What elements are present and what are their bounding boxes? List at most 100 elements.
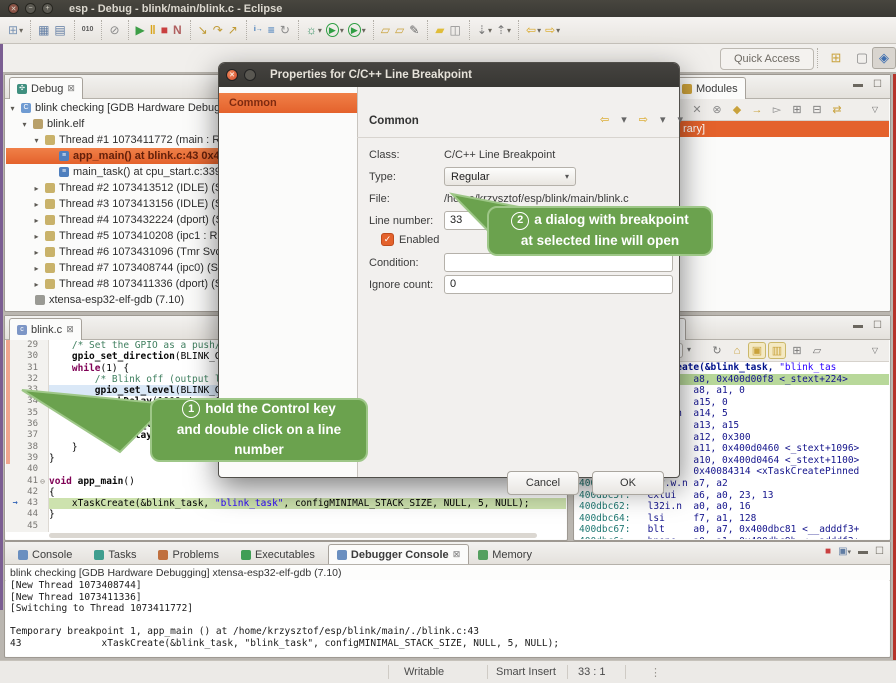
editor-gutter[interactable]: 29 (6, 340, 49, 351)
mark-occurrences[interactable]: ▰ (433, 20, 447, 40)
console-tab[interactable]: Executables (232, 544, 328, 564)
save-all[interactable]: ▤ (52, 20, 68, 40)
home[interactable]: ⌂ (728, 342, 746, 359)
line-number[interactable]: 43 (20, 498, 38, 509)
console-tab[interactable]: Console (9, 544, 85, 564)
maximize-view-icon[interactable]: ☐ (873, 320, 882, 331)
close-icon[interactable]: ⊠ (453, 549, 461, 560)
disassembly-line[interactable]: 400dbc6a: bnone a0, a1, 0x400dbc9b <__ad… (579, 536, 889, 539)
back-history[interactable]: ⇦▾ (524, 20, 543, 40)
editor-gutter[interactable]: 45 (6, 521, 49, 532)
line-number[interactable]: 41 (20, 476, 38, 487)
perspective-debug-button[interactable]: ◈ (872, 47, 896, 69)
line-number[interactable]: 45 (20, 521, 38, 532)
console-tab[interactable]: Debugger Console ⊠ (328, 544, 469, 564)
tree-toggle-icon[interactable]: ▾ (8, 104, 17, 113)
sync-with-pc[interactable]: ▣ (748, 342, 766, 359)
maximize-view[interactable]: ☐ (875, 545, 884, 557)
console-tab[interactable]: Memory (469, 544, 545, 564)
editor-gutter[interactable]: → 43 (6, 498, 49, 509)
tab-debug[interactable]: ✣ Debug ⊠ (9, 77, 83, 99)
minimize-view[interactable]: ▬ (858, 545, 868, 557)
console-tab[interactable]: Tasks (85, 544, 149, 564)
location-dropdown-icon[interactable]: ▾ (687, 345, 691, 354)
code-line[interactable]: 45 (6, 521, 566, 532)
run[interactable]: ▶▾ (324, 20, 346, 40)
run-configurations[interactable]: ▶▾ (346, 20, 368, 40)
new-wizard[interactable]: ⊞▾ (6, 20, 25, 40)
ignore-count-input[interactable]: 0 (444, 275, 673, 294)
fold-icon[interactable] (38, 487, 47, 498)
dropdown-arrow-icon[interactable]: ▾ (318, 26, 322, 35)
line-number[interactable]: 44 (20, 509, 38, 520)
step-over[interactable]: ↷ (211, 20, 226, 40)
minimize-view-icon[interactable]: ▬ (853, 79, 863, 90)
dropdown-arrow-icon[interactable]: ▾ (488, 26, 492, 35)
dropdown-arrow-icon[interactable]: ▾ (507, 26, 511, 35)
view-menu-icon[interactable]: ▾ (678, 113, 684, 126)
code-line[interactable]: → 43 xTaskCreate(&blink_task, "blink_tas… (6, 498, 566, 509)
dropdown-arrow-icon[interactable]: ▾ (537, 26, 541, 35)
sidebar-item-common[interactable]: Common (219, 93, 357, 113)
collapse-all[interactable]: ⊟ (808, 101, 826, 118)
window-minimize-button[interactable]: − (25, 3, 36, 14)
forward-menu-icon[interactable]: ▾ (660, 113, 666, 126)
horizontal-scrollbar[interactable] (49, 533, 537, 538)
previous-annotation[interactable]: ⇡▾ (494, 20, 513, 40)
select-arrow[interactable]: ▻ (768, 101, 786, 118)
toggle-block[interactable]: ◫ (448, 20, 464, 40)
tree-toggle-icon[interactable]: ▸ (32, 216, 41, 225)
instruction-stepping[interactable]: i→ (252, 20, 266, 40)
fold-icon[interactable] (38, 498, 47, 509)
console-output[interactable]: [New Thread 1073408744] [New Thread 1073… (6, 580, 889, 656)
back-arrow-icon[interactable]: ⇦ (600, 113, 609, 126)
restart[interactable]: ↻ (278, 20, 293, 40)
step-return[interactable]: ↗ (226, 20, 241, 40)
disconnect[interactable]: N (171, 20, 185, 40)
open-folder[interactable]: ▱ (393, 20, 407, 40)
fold-icon[interactable] (38, 340, 47, 351)
skip-all-breakpoints[interactable]: ⊘ (107, 20, 122, 40)
terminate[interactable]: ■ (159, 20, 171, 40)
fold-icon[interactable] (38, 363, 47, 374)
line-number[interactable]: 31 (20, 363, 38, 374)
tree-toggle-icon[interactable]: ▸ (32, 264, 41, 273)
minimize-view-icon[interactable]: ▬ (853, 320, 863, 331)
dropdown-arrow-icon[interactable]: ▾ (556, 26, 560, 35)
debug[interactable]: ☼▾ (304, 20, 324, 40)
open-perspective-button[interactable]: ⊞ (824, 47, 848, 69)
fold-icon[interactable] (38, 521, 47, 532)
tree-toggle-icon[interactable]: ▸ (32, 232, 41, 241)
window-close-button[interactable]: ✕ (8, 3, 19, 14)
cancel-button[interactable]: Cancel (507, 471, 579, 495)
quick-access-button[interactable]: Quick Access (720, 48, 814, 70)
disassembly-line[interactable]: 400dbc67: blt a0, a7, 0x400dbc81 <__addd… (579, 524, 889, 536)
editor-gutter[interactable]: 42 (6, 487, 49, 498)
save[interactable]: ▦ (36, 20, 52, 40)
console-tab[interactable]: Problems (149, 544, 231, 564)
dialog-close-button[interactable]: ✕ (226, 69, 238, 81)
dropdown-arrow-icon[interactable]: ▾ (362, 26, 366, 35)
statusbar-grip[interactable]: ⋮ (650, 666, 661, 679)
editor-gutter[interactable]: 31 (6, 363, 49, 374)
perspective-cpp-button[interactable]: ▢ (850, 47, 874, 69)
forward-history[interactable]: ⇨▾ (543, 20, 562, 40)
code-line[interactable]: 42 { (6, 487, 566, 498)
tab-blink-c[interactable]: c blink.c ⊠ (9, 318, 82, 340)
show-source[interactable]: ▥ (768, 342, 786, 359)
close-icon[interactable]: ⊠ (67, 83, 75, 94)
load-symbols-all[interactable]: → (748, 101, 766, 118)
open-task-folder[interactable]: ▱ (379, 20, 393, 40)
tree-toggle-icon[interactable]: ▸ (32, 184, 41, 193)
back-menu-icon[interactable]: ▾ (621, 113, 627, 126)
type-dropdown[interactable]: Regular ▾ (444, 167, 576, 186)
disassembly-line[interactable]: 400dbc64: lsi f7, a1, 128 (579, 513, 889, 525)
enabled-checkbox[interactable]: ✓ (381, 233, 394, 246)
pin-view[interactable]: ▱ (808, 342, 826, 359)
line-number[interactable]: 30 (20, 351, 38, 362)
terminate-console[interactable]: ■ (825, 545, 831, 557)
tree-toggle-icon[interactable]: ▸ (32, 280, 41, 289)
editor-gutter[interactable]: 41 ⊖ (6, 476, 49, 487)
load-symbols[interactable]: ◆ (728, 101, 746, 118)
line-number[interactable]: 42 (20, 487, 38, 498)
